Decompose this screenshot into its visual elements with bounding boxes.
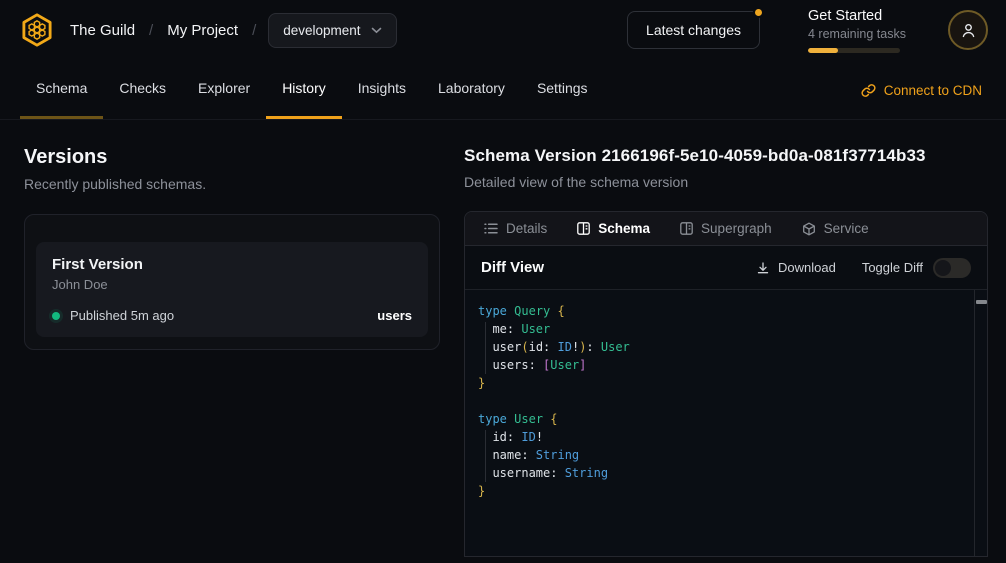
versions-panel: Versions Recently published schemas. Fir… [24, 146, 440, 350]
toggle-diff-control: Toggle Diff [862, 258, 971, 278]
get-started-progressbar [808, 48, 900, 53]
schema-code-viewer[interactable]: type Query { me: User user(id: ID!): Use… [465, 290, 987, 556]
tab-details-label: Details [506, 221, 547, 236]
versions-title: Versions [24, 146, 440, 169]
code-scrollbar[interactable] [974, 290, 987, 556]
tab-schema-view-label: Schema [598, 221, 650, 236]
tab-checks[interactable]: Checks [103, 60, 182, 119]
version-list-item[interactable]: First Version John Doe Published 5m ago … [36, 242, 428, 337]
latest-changes-label: Latest changes [646, 22, 741, 38]
breadcrumb-org[interactable]: The Guild [70, 22, 135, 39]
breadcrumb: The Guild / My Project / [70, 22, 256, 39]
version-author: John Doe [52, 277, 412, 292]
notification-dot [753, 7, 764, 18]
download-icon [756, 261, 770, 275]
schema-version-detail: Details Schema [464, 211, 988, 557]
columns-icon [680, 222, 693, 235]
tab-settings[interactable]: Settings [521, 60, 604, 119]
breadcrumb-separator: / [149, 22, 153, 39]
diff-view-header: Diff View Download Toggle Diff [465, 246, 987, 290]
list-icon [484, 222, 498, 235]
tab-explorer[interactable]: Explorer [182, 60, 266, 119]
app-header: The Guild / My Project / development Lat… [0, 0, 1006, 60]
tab-supergraph[interactable]: Supergraph [680, 221, 772, 236]
latest-changes-button[interactable]: Latest changes [627, 11, 760, 49]
main-content: Versions Recently published schemas. Fir… [0, 120, 1006, 563]
toggle-diff-label: Toggle Diff [862, 260, 923, 275]
tab-supergraph-label: Supergraph [701, 221, 772, 236]
diff-actions: Download Toggle Diff [756, 258, 971, 278]
detail-tabs: Details Schema [465, 212, 987, 246]
columns-icon [577, 222, 590, 235]
connect-to-cdn-label: Connect to CDN [884, 83, 982, 98]
toggle-knob [935, 260, 951, 276]
cube-icon [802, 222, 816, 236]
schema-version-panel: Schema Version 2166196f-5e10-4059-bd0a-0… [464, 146, 988, 557]
tab-insights[interactable]: Insights [342, 60, 422, 119]
toggle-diff-switch[interactable] [933, 258, 971, 278]
download-button[interactable]: Download [756, 260, 836, 275]
download-label: Download [778, 260, 836, 275]
version-service-badge: users [377, 308, 412, 323]
connect-to-cdn-button[interactable]: Connect to CDN [861, 60, 982, 120]
get-started-progress-fill [808, 48, 838, 53]
tab-details[interactable]: Details [484, 221, 547, 236]
version-name: First Version [52, 256, 412, 273]
hive-logo-icon[interactable] [18, 11, 56, 49]
breadcrumb-project[interactable]: My Project [167, 22, 238, 39]
versions-list: First Version John Doe Published 5m ago … [24, 214, 440, 350]
target-selector[interactable]: development [268, 13, 396, 48]
version-meta-row: Published 5m ago users [52, 308, 412, 323]
breadcrumb-separator: / [252, 22, 256, 39]
chevron-down-icon [371, 27, 382, 34]
code-scrollbar-thumb[interactable] [976, 300, 987, 304]
get-started-widget[interactable]: Get Started 4 remaining tasks [808, 8, 904, 53]
tab-history[interactable]: History [266, 60, 342, 119]
code-block: type Query { me: User user(id: ID!): Use… [478, 302, 971, 500]
person-icon [960, 22, 977, 39]
tab-service[interactable]: Service [802, 221, 869, 236]
tab-schema-view[interactable]: Schema [577, 221, 650, 236]
version-status: Published 5m ago [70, 308, 174, 323]
target-selector-value: development [283, 23, 360, 38]
indent-guide [485, 322, 486, 374]
user-avatar[interactable] [948, 10, 988, 50]
tab-schema[interactable]: Schema [20, 60, 103, 119]
indent-guide [485, 430, 486, 482]
tab-service-label: Service [824, 221, 869, 236]
get-started-subtitle: 4 remaining tasks [808, 27, 904, 41]
target-nav: Schema Checks Explorer History Insights … [0, 60, 1006, 120]
versions-subtitle: Recently published schemas. [24, 176, 440, 192]
schema-version-title: Schema Version 2166196f-5e10-4059-bd0a-0… [464, 146, 988, 166]
link-icon [861, 83, 876, 98]
get-started-title: Get Started [808, 8, 904, 24]
published-status-dot [52, 312, 60, 320]
schema-version-subtitle: Detailed view of the schema version [464, 174, 988, 190]
diff-view-title: Diff View [481, 259, 544, 276]
tab-laboratory[interactable]: Laboratory [422, 60, 521, 119]
